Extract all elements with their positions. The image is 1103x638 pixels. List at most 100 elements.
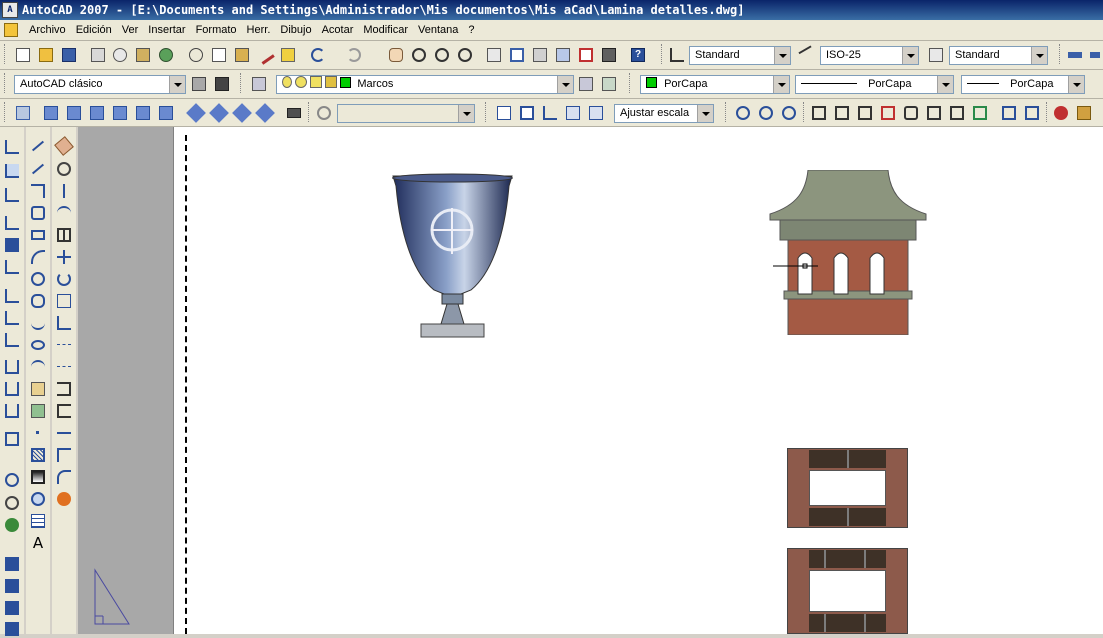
realistic-icon[interactable] xyxy=(3,599,21,617)
properties-icon[interactable] xyxy=(485,46,503,64)
ucs-object-icon[interactable] xyxy=(3,236,21,254)
se-iso-icon[interactable] xyxy=(209,103,229,123)
lineweight-dropdown[interactable]: PorCapa xyxy=(961,75,1085,94)
region-icon[interactable] xyxy=(29,490,47,508)
imprint-icon[interactable] xyxy=(1000,104,1018,122)
toolbar-grip[interactable] xyxy=(629,73,633,93)
break-at-point-icon[interactable] xyxy=(55,380,73,398)
match-properties-icon[interactable] xyxy=(255,45,275,65)
taper-faces-icon[interactable] xyxy=(925,104,943,122)
copy-faces-icon[interactable] xyxy=(948,104,966,122)
chevron-down-icon[interactable] xyxy=(697,105,713,122)
menu-herr[interactable]: Herr. xyxy=(242,24,276,36)
break-icon[interactable] xyxy=(55,402,73,420)
camera-icon[interactable] xyxy=(285,104,303,122)
walk-icon[interactable] xyxy=(3,494,21,512)
join-icon[interactable] xyxy=(55,424,73,442)
fillet-icon[interactable] xyxy=(55,468,73,486)
layer-thaw-viewport-icon[interactable] xyxy=(310,76,323,88)
ucs-previous-icon[interactable] xyxy=(3,186,21,204)
insert-block-icon[interactable] xyxy=(29,380,47,398)
ellipse-icon[interactable] xyxy=(29,336,47,354)
sheet-set-icon[interactable] xyxy=(554,46,572,64)
revision-cloud-icon[interactable] xyxy=(29,292,47,310)
spline-icon[interactable] xyxy=(29,314,47,332)
text-style-icon[interactable] xyxy=(668,46,686,64)
toolbar-grip[interactable] xyxy=(4,44,8,64)
circle-icon[interactable] xyxy=(29,270,47,288)
viewport-scale-dropdown[interactable]: Ajustar escala xyxy=(614,104,714,123)
redo-icon[interactable] xyxy=(345,46,363,64)
extend-icon[interactable] xyxy=(55,358,73,376)
hatch-icon[interactable] xyxy=(29,446,47,464)
quickcalc-icon[interactable] xyxy=(600,46,618,64)
toolbar-grip[interactable] xyxy=(240,73,244,93)
toolbar-grip[interactable] xyxy=(308,102,312,122)
dim-linear-icon[interactable] xyxy=(1088,46,1103,64)
chevron-down-icon[interactable] xyxy=(1068,76,1084,93)
ucs-y-icon[interactable] xyxy=(3,380,21,398)
rotate-faces-icon[interactable] xyxy=(902,104,920,122)
chevron-down-icon[interactable] xyxy=(937,76,953,93)
ucs-world-icon[interactable] xyxy=(3,162,21,180)
dim-style-dropdown[interactable]: ISO-25 xyxy=(820,46,919,65)
convert-to-viewport-icon[interactable] xyxy=(564,104,582,122)
3d-dwf-icon[interactable] xyxy=(157,46,175,64)
menu-acotar[interactable]: Acotar xyxy=(317,24,359,36)
move-faces-icon[interactable] xyxy=(833,104,851,122)
chevron-down-icon[interactable] xyxy=(169,76,185,93)
zoom-window-icon[interactable] xyxy=(433,46,451,64)
ucs-origin-icon[interactable] xyxy=(3,287,21,305)
separate-icon[interactable] xyxy=(1023,104,1041,122)
left-view-icon[interactable] xyxy=(88,104,106,122)
layer-manager-icon[interactable] xyxy=(250,75,268,93)
polygon-icon[interactable] xyxy=(29,204,47,222)
copy-object-icon[interactable] xyxy=(55,160,73,178)
toolbar-grip[interactable] xyxy=(803,102,807,122)
menu-formato[interactable]: Formato xyxy=(191,24,242,36)
chamfer-icon[interactable] xyxy=(55,446,73,464)
dim-style-icon[interactable] xyxy=(798,45,818,65)
ucs-x-icon[interactable] xyxy=(3,358,21,376)
rectangle-icon[interactable] xyxy=(29,226,47,244)
offset-icon[interactable] xyxy=(55,204,73,222)
chevron-down-icon[interactable] xyxy=(1031,47,1047,64)
markup-icon[interactable] xyxy=(577,46,595,64)
viewports-dialog-icon[interactable] xyxy=(495,104,513,122)
drawing-canvas[interactable] xyxy=(173,127,1103,634)
color-faces-icon[interactable] xyxy=(971,104,989,122)
menu-ver[interactable]: Ver xyxy=(117,24,144,36)
menu-help[interactable]: ? xyxy=(463,24,479,36)
sw-iso-icon[interactable] xyxy=(186,103,206,123)
color-dropdown[interactable]: PorCapa xyxy=(640,75,790,94)
chevron-down-icon[interactable] xyxy=(902,47,918,64)
pan-icon[interactable] xyxy=(387,46,405,64)
linetype-dropdown[interactable]: PorCapa xyxy=(795,75,954,94)
top-view-icon[interactable] xyxy=(42,104,60,122)
save-icon[interactable] xyxy=(60,46,78,64)
materials-icon[interactable] xyxy=(1075,104,1093,122)
ucs-apply-icon[interactable] xyxy=(3,430,21,448)
array-icon[interactable] xyxy=(55,226,73,244)
brick-tower-drawing[interactable] xyxy=(768,170,928,335)
explode-icon[interactable] xyxy=(55,490,73,508)
zoom-previous-icon[interactable] xyxy=(456,46,474,64)
named-view-dropdown[interactable] xyxy=(337,104,475,123)
text-style-dropdown[interactable]: Standard xyxy=(689,46,791,65)
ucs-face-icon[interactable] xyxy=(3,214,21,232)
fly-icon[interactable] xyxy=(3,516,21,534)
clip-viewport-icon[interactable] xyxy=(587,104,605,122)
toolbar-grip[interactable] xyxy=(661,44,665,64)
intersect-icon[interactable] xyxy=(780,104,798,122)
move-icon[interactable] xyxy=(55,248,73,266)
conceptual-icon[interactable] xyxy=(3,620,21,638)
zoom-realtime-icon[interactable] xyxy=(410,46,428,64)
copy-icon[interactable] xyxy=(210,46,228,64)
nw-iso-icon[interactable] xyxy=(255,103,275,123)
make-block-icon[interactable] xyxy=(29,402,47,420)
layer-lock-icon[interactable] xyxy=(325,76,338,88)
toolbar-grip[interactable] xyxy=(485,102,489,122)
delete-faces-icon[interactable] xyxy=(879,104,897,122)
cut-icon[interactable] xyxy=(187,46,205,64)
erase-icon[interactable] xyxy=(54,136,74,156)
